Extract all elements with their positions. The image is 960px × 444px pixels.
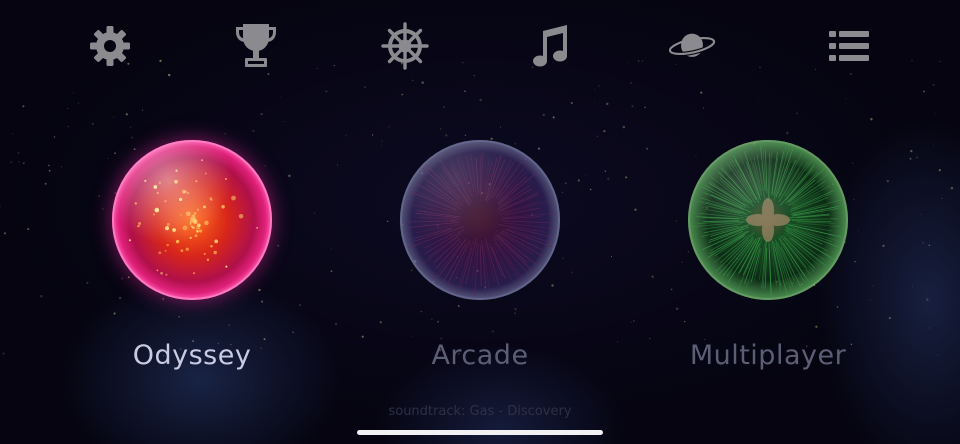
soundtrack-caption: soundtrack: Gas - Discovery [388,404,572,419]
music-button[interactable] [527,22,575,70]
achievements-button[interactable] [232,22,280,70]
list-icon [829,31,869,61]
home-indicator[interactable] [357,430,603,435]
arcade-label[interactable]: Arcade [350,340,610,371]
multiplayer-label[interactable]: Multiplayer [638,340,898,371]
odyssey-orb[interactable] [110,138,274,302]
planet-icon [668,33,716,57]
menu-button[interactable] [825,22,873,70]
ship-wheel-icon [381,22,429,70]
music-note-icon [533,25,567,67]
multiplayer-orb[interactable] [686,138,850,302]
arcade-orb[interactable] [398,138,562,302]
universe-button[interactable] [668,22,716,70]
captain-button[interactable] [381,22,429,70]
odyssey-label[interactable]: Odyssey [62,340,322,371]
gear-icon [90,26,130,66]
trophy-icon [236,24,276,67]
settings-button[interactable] [86,22,134,70]
